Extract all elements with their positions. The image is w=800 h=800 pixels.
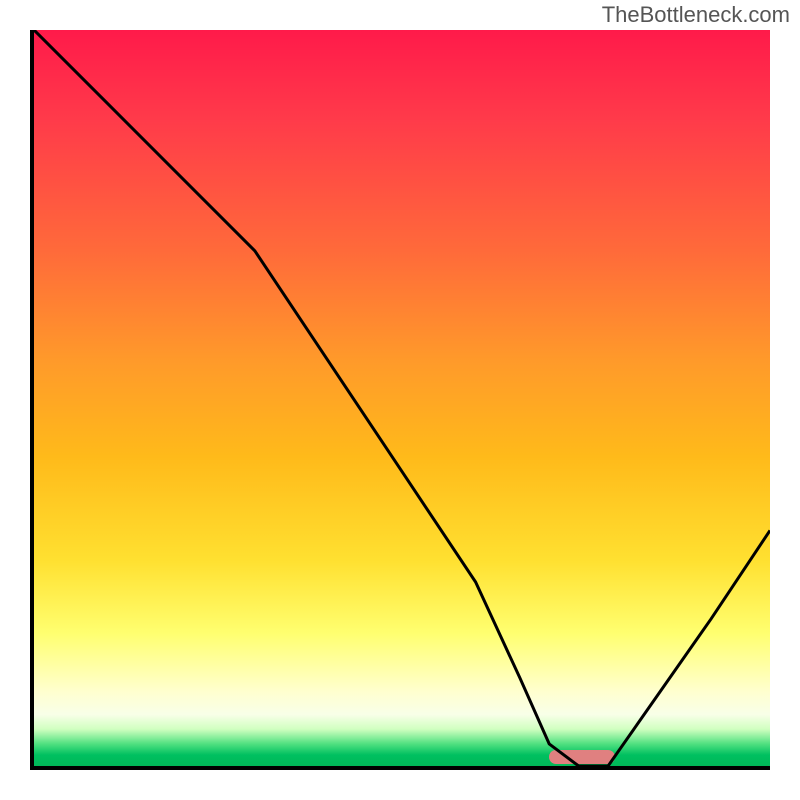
chart-container: TheBottleneck.com [0, 0, 800, 800]
curve-path [34, 30, 770, 766]
watermark-text: TheBottleneck.com [602, 2, 790, 28]
bottleneck-curve [34, 30, 770, 766]
plot-area [30, 30, 770, 770]
